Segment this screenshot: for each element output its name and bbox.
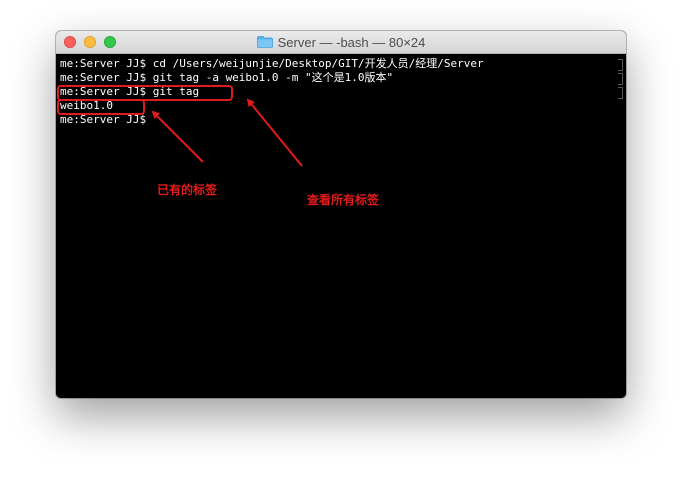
terminal-line: me:Server JJ$ cd /Users/weijunjie/Deskto… — [60, 57, 484, 70]
highlight-existing-tag — [57, 99, 145, 115]
line-mark-icon — [618, 59, 623, 71]
title-bar[interactable]: Server — -bash — 80×24 — [56, 31, 626, 54]
window-title: Server — -bash — 80×24 — [277, 34, 426, 50]
folder-icon — [256, 36, 273, 48]
annotation-view-all-tags: 查看所有标签 — [307, 193, 380, 207]
window-title-group: Server — -bash — 80×24 — [56, 31, 626, 53]
annotation-existing-tag: 已有的标签 — [157, 183, 218, 197]
line-mark-icon — [618, 87, 623, 99]
terminal-line: me:Server JJ$ git tag -a weibo1.0 -m "这个… — [60, 71, 394, 84]
line-mark-icon — [618, 73, 623, 85]
